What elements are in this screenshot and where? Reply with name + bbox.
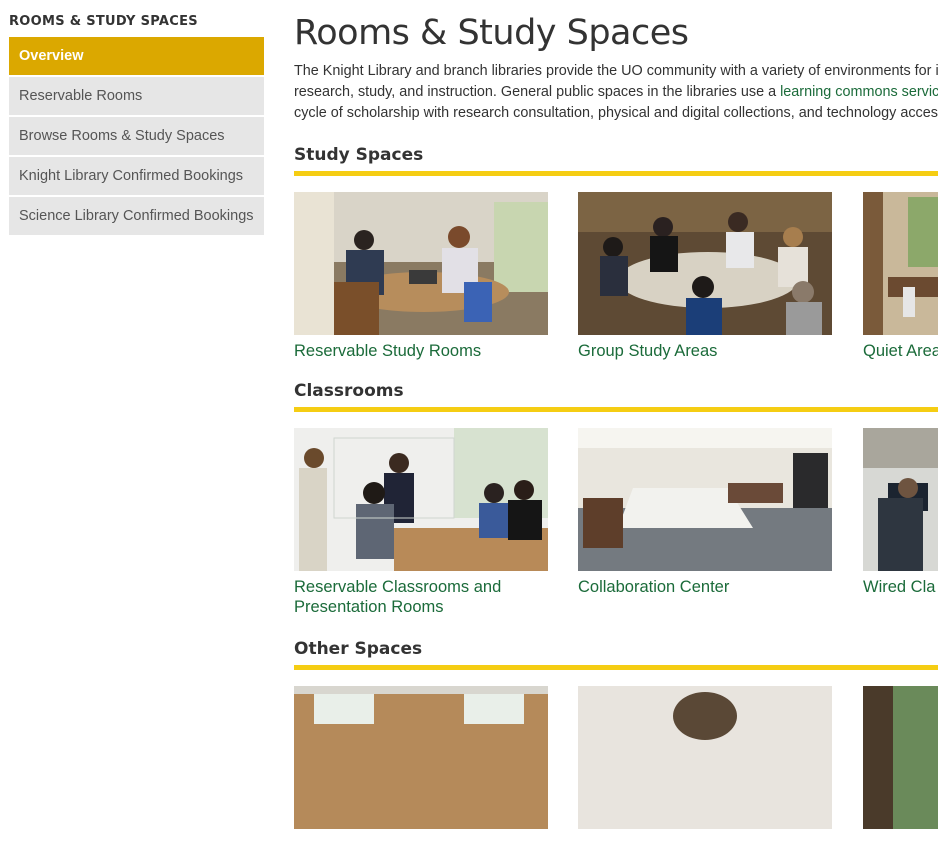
intro-line-3: cycle of scholarship with research consu… (294, 105, 938, 121)
sidebar-item-reservable-rooms[interactable]: Reservable Rooms (9, 77, 264, 115)
group-study-areas-photo[interactable] (578, 192, 832, 335)
section-heading-classrooms: Classrooms (294, 380, 938, 412)
main-content: Rooms & Study Spaces The Knight Library … (294, 0, 938, 860)
card-collaboration-center: Collaboration Center (578, 428, 832, 597)
reservable-classrooms-caption-line-1: Reservable Classrooms and (294, 578, 502, 596)
reservable-classrooms-caption-line-2: Presentation Rooms (294, 598, 444, 616)
other-space-3-photo[interactable] (863, 686, 938, 829)
other-space-2-photo[interactable] (578, 686, 832, 829)
intro-line-2: research, study, and instruction. Genera… (294, 82, 938, 103)
quiet-area-photo[interactable] (863, 192, 938, 335)
card-other-space-1 (294, 686, 548, 829)
collaboration-center-link[interactable]: Collaboration Center (578, 577, 832, 597)
sidebar-item-browse-rooms[interactable]: Browse Rooms & Study Spaces (9, 117, 264, 155)
sidebar-nav: ROOMS & STUDY SPACES Overview Reservable… (9, 0, 264, 237)
card-other-space-3 (863, 686, 938, 829)
page-title: Rooms & Study Spaces (294, 13, 689, 53)
card-quiet-area: Quiet Area (863, 192, 938, 361)
wired-classroom-photo[interactable] (863, 428, 938, 571)
group-study-areas-link[interactable]: Group Study Areas (578, 341, 832, 361)
card-reservable-study-rooms: Reservable Study Rooms (294, 192, 548, 361)
quiet-area-link[interactable]: Quiet Area (863, 341, 938, 361)
reservable-classrooms-link[interactable]: Reservable Classrooms and Presentation R… (294, 577, 548, 617)
sidebar-item-knight-bookings[interactable]: Knight Library Confirmed Bookings (9, 157, 264, 195)
reservable-study-rooms-photo[interactable] (294, 192, 548, 335)
section-heading-study-spaces: Study Spaces (294, 144, 938, 176)
reservable-study-rooms-link[interactable]: Reservable Study Rooms (294, 341, 548, 361)
intro-line-2-text: research, study, and instruction. Genera… (294, 84, 781, 100)
card-wired-classroom: Wired Cla (863, 428, 938, 597)
collaboration-center-photo[interactable] (578, 428, 832, 571)
card-reservable-classrooms: Reservable Classrooms and Presentation R… (294, 428, 548, 617)
intro-paragraph: The Knight Library and branch libraries … (294, 61, 938, 124)
classrooms-cards: Reservable Classrooms and Presentation R… (294, 412, 938, 632)
card-group-study-areas: Group Study Areas (578, 192, 832, 361)
learning-commons-link[interactable]: learning commons service (780, 84, 938, 100)
sidebar-item-science-bookings[interactable]: Science Library Confirmed Bookings (9, 197, 264, 235)
wired-classroom-link[interactable]: Wired Cla (863, 577, 938, 597)
reservable-classrooms-photo[interactable] (294, 428, 548, 571)
intro-line-1: The Knight Library and branch libraries … (294, 63, 938, 79)
section-heading-other-spaces: Other Spaces (294, 638, 938, 670)
other-space-1-photo[interactable] (294, 686, 548, 829)
other-spaces-cards (294, 670, 938, 860)
study-spaces-cards: Reservable Study Rooms Group Study Areas (294, 176, 938, 366)
sidebar-heading: ROOMS & STUDY SPACES (9, 14, 198, 29)
card-other-space-2 (578, 686, 832, 829)
sidebar-item-overview[interactable]: Overview (9, 37, 264, 75)
